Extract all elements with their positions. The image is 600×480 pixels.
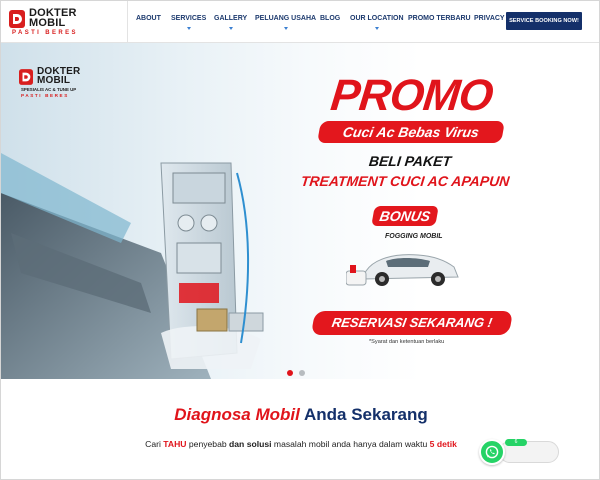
terms-note: *Syarat dan ketentuan berlaku (369, 339, 445, 345)
nav-item-gallery[interactable]: GALLERY (214, 15, 247, 30)
logo-mark-icon (19, 69, 33, 85)
slider-dot-2[interactable] (299, 370, 305, 376)
chevron-down-icon (228, 27, 233, 30)
promo-subtitle-badge: Cuci Ac Bebas Virus (317, 121, 505, 143)
logo-mark-icon (9, 10, 25, 28)
logo-wordmark: DOKTER MOBIL (29, 7, 77, 29)
browser-viewport: DOKTER MOBIL PASTI BERES ABOUT SERVICES … (0, 0, 600, 480)
promo-heading: PROMO (328, 71, 495, 120)
hero-slider[interactable]: DOKTER MOBIL SPESIALIS AC & TUNE UP PAST… (1, 43, 599, 379)
nav-item-peluang-usaha[interactable]: PELUANG USAHA (255, 15, 316, 30)
car-interior-illustration (1, 153, 264, 379)
hero-logo-tagline: PASTI BERES (21, 93, 69, 98)
promo-bonus-badge: BONUS (371, 206, 439, 226)
header-divider (127, 1, 128, 43)
hero-brand-logo: DOKTER MOBIL SPESIALIS AC & TUNE UP PAST… (19, 66, 99, 98)
reservasi-sekarang-button[interactable]: RESERVASI SEKARANG ! (310, 311, 514, 335)
slider-dot-1[interactable] (287, 370, 293, 376)
promo-beli-paket: BELI PAKET (368, 153, 453, 169)
chevron-down-icon (283, 27, 288, 30)
whatsapp-badge: 6 (505, 439, 527, 446)
diagnosa-heading: Diagnosa Mobil Anda Sekarang (174, 405, 428, 424)
chevron-down-icon (374, 27, 379, 30)
nav-item-services[interactable]: SERVICES (171, 15, 206, 30)
hero-logo-wordmark: DOKTER MOBIL (37, 66, 81, 86)
whatsapp-icon (485, 445, 499, 459)
hero-illustration: DOKTER MOBIL SPESIALIS AC & TUNE UP PAST… (1, 43, 301, 379)
nav-item-about[interactable]: ABOUT (136, 15, 161, 22)
promo-treatment-text: TREATMENT CUCI AC APAPUN (300, 173, 511, 189)
slider-pagination (287, 370, 311, 378)
logo-tagline: PASTI BERES (12, 30, 78, 36)
nav-item-promo-terbaru[interactable]: PROMO TERBARU (408, 15, 471, 22)
nav-item-our-location[interactable]: OUR LOCATION (350, 15, 404, 30)
site-logo[interactable]: DOKTER MOBIL PASTI BERES (9, 8, 119, 38)
service-booking-button[interactable]: SERVICE BOOKING NOW! (506, 12, 582, 30)
hero-logo-subtitle: SPESIALIS AC & TUNE UP (21, 87, 77, 92)
chevron-down-icon (186, 27, 191, 30)
whatsapp-button[interactable] (479, 439, 505, 465)
car-fogging-illustration (346, 254, 459, 286)
nav-item-blog[interactable]: BLOG (320, 15, 340, 22)
site-header: DOKTER MOBIL PASTI BERES ABOUT SERVICES … (1, 1, 599, 43)
